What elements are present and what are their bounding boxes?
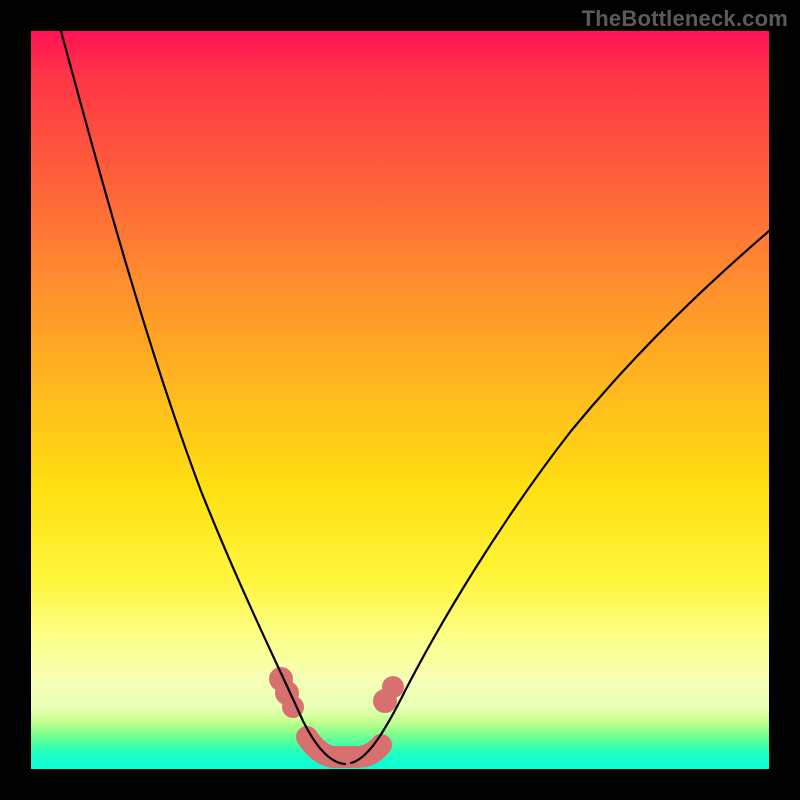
optimal-zone-highlight [269,667,404,757]
plot-area [31,31,769,769]
right-curve-line [351,231,769,763]
chart-container: TheBottleneck.com [0,0,800,800]
watermark-text: TheBottleneck.com [582,6,788,32]
left-curve-line [61,31,345,764]
curve-layer [31,31,769,769]
